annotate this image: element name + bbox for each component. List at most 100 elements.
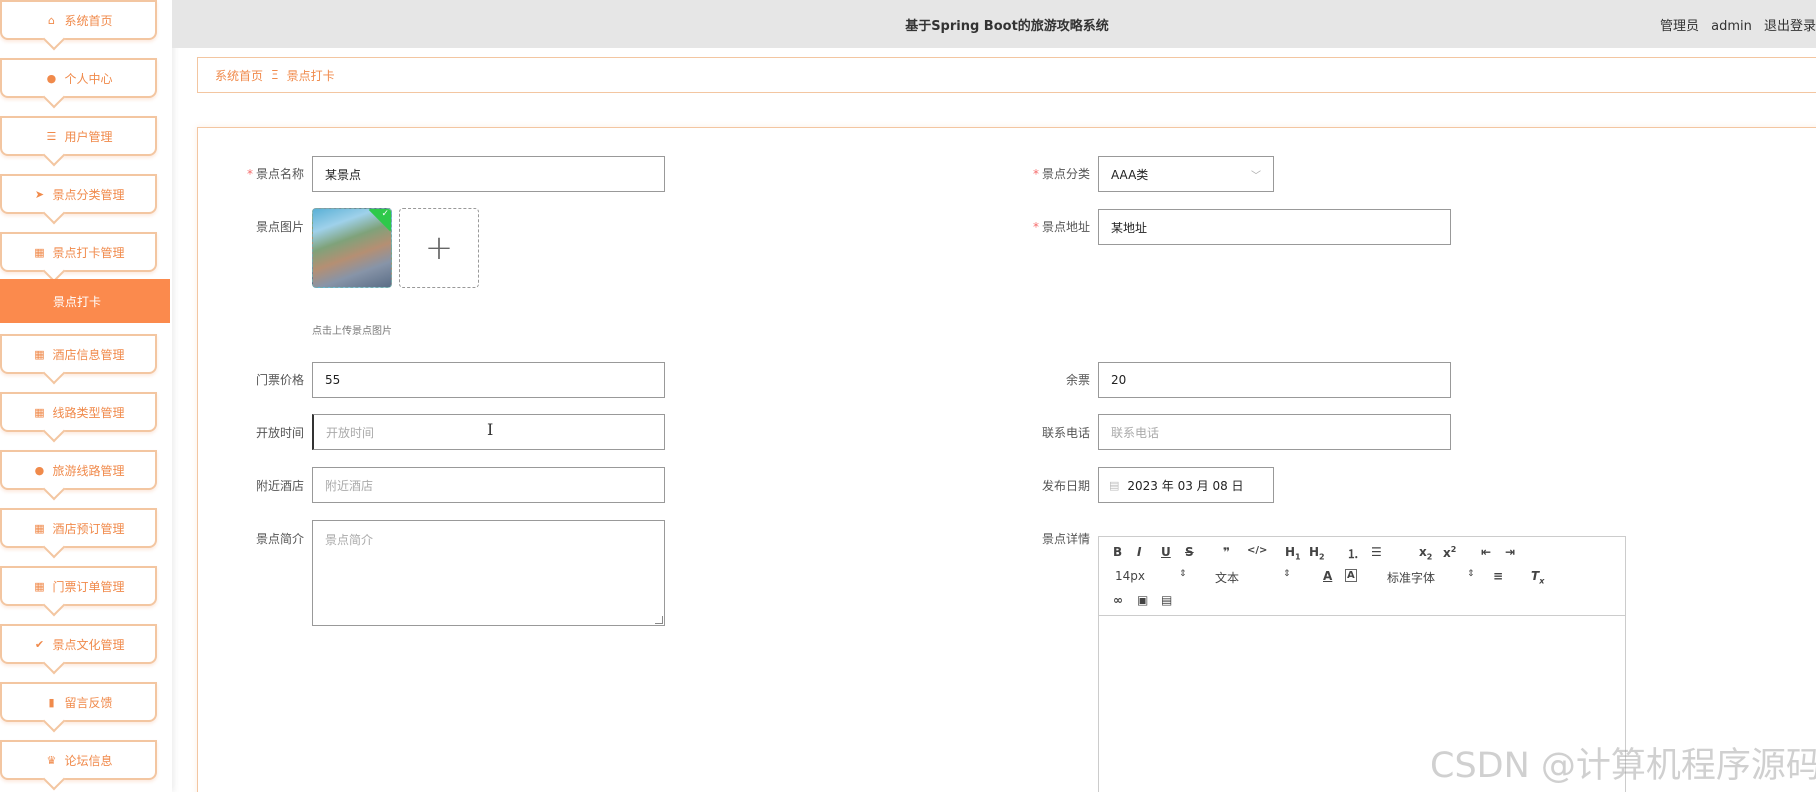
publish-date-input[interactable]: ▤ 2023 年 03 月 08 日 [1098, 467, 1274, 503]
sidebar-subitem-checkin[interactable]: 景点打卡 [0, 279, 170, 323]
select-arrows-icon: ⇕ [1283, 569, 1291, 579]
logout-link[interactable]: 退出登录 [1764, 19, 1816, 34]
format-select[interactable]: 文本 ⇕ [1215, 569, 1291, 586]
sidebar-item-profile[interactable]: ● 个人中心 [0, 58, 157, 98]
bullet-list-icon[interactable]: ☰ [1371, 545, 1382, 559]
sidebar-item-forum[interactable]: ♛ 论坛信息 [0, 740, 157, 780]
sidebar-item-home[interactable]: ⌂ 系统首页 [0, 0, 157, 40]
align-icon[interactable]: ≡ [1493, 569, 1503, 583]
sidebar-item-travel-route[interactable]: ● 旅游线路管理 [0, 450, 157, 490]
user-info: 管理员 admin 退出登录 [1652, 15, 1816, 34]
username: admin [1711, 19, 1752, 34]
code-block-icon[interactable]: </> [1247, 545, 1267, 556]
text-cursor-icon: I [487, 420, 494, 439]
plus-icon: + [424, 228, 454, 268]
link-icon[interactable]: ∞ [1113, 593, 1123, 607]
top-bar: 基于Spring Boot的旅游攻略系统 管理员 admin 退出登录 [172, 0, 1816, 48]
hotel-input[interactable]: 附近酒店 [312, 467, 665, 503]
category-label: * 景点分类 [1032, 167, 1090, 181]
grid-icon: ▦ [34, 245, 45, 259]
sidebar-item-label: 用户管理 [64, 129, 113, 144]
bar-chart-icon: ▮ [48, 695, 55, 709]
sidebar-subitem-label: 景点打卡 [53, 294, 102, 309]
price-input[interactable]: 55 [312, 362, 665, 398]
outdent-icon[interactable]: ⇤ [1481, 545, 1491, 559]
sidebar-item-label: 论坛信息 [64, 753, 113, 768]
superscript-icon[interactable]: x2 [1443, 545, 1456, 560]
sidebar-item-spot-culture[interactable]: ✔ 景点文化管理 [0, 624, 157, 664]
grid-icon: ▦ [34, 579, 45, 593]
remaining-label: 余票 [1065, 373, 1090, 387]
user-icon: ● [34, 463, 45, 477]
clear-format-icon[interactable]: Tx [1531, 569, 1544, 585]
trophy-icon: ♛ [46, 753, 57, 767]
grid-icon: ▦ [34, 405, 45, 419]
remaining-input[interactable]: 20 [1098, 362, 1451, 398]
font-color-icon[interactable]: A [1323, 569, 1332, 583]
upload-image-button[interactable]: + [399, 208, 479, 288]
sidebar-item-feedback[interactable]: ▮ 留言反馈 [0, 682, 157, 722]
phone-label: 联系电话 [1041, 426, 1090, 440]
font-family-select[interactable]: 标准字体 ⇕ [1387, 569, 1475, 586]
select-arrows-icon: ⇕ [1179, 569, 1187, 579]
resize-handle-icon[interactable] [655, 616, 663, 624]
calendar-icon: ▤ [1109, 478, 1120, 492]
category-value: AAA类 [1111, 167, 1149, 182]
breadcrumb-home[interactable]: 系统首页 [215, 67, 263, 84]
underline-icon[interactable]: U [1161, 545, 1171, 559]
user-icon: ● [46, 71, 57, 85]
sidebar-item-label: 系统首页 [64, 13, 113, 28]
sidebar-item-spot-category[interactable]: ➤ 景点分类管理 [0, 174, 157, 214]
name-input[interactable]: 某景点 [312, 156, 665, 192]
grid-icon: ▦ [34, 347, 45, 361]
italic-icon[interactable]: I [1137, 545, 1141, 559]
sidebar-item-hotel-info[interactable]: ▦ 酒店信息管理 [0, 334, 157, 374]
sidebar-item-ticket-order[interactable]: ▦ 门票订单管理 [0, 566, 157, 606]
ordered-list-icon[interactable]: ⒈ [1347, 545, 1359, 562]
upload-hint: 点击上传景点图片 [312, 326, 392, 337]
sidebar-item-spot-checkin[interactable]: ▦ 景点打卡管理 [0, 232, 157, 272]
blockquote-icon[interactable]: ❞ [1223, 545, 1230, 559]
price-label: 门票价格 [255, 373, 304, 387]
video-icon[interactable]: ▤ [1161, 593, 1172, 607]
editor-toolbar: B I U S ❞ </> H1 H2 ⒈ ☰ x2 x2 ⇤ ⇥ 14px⇕ [1099, 537, 1625, 616]
list-icon: ☰ [46, 129, 57, 143]
sidebar-item-label: 景点分类管理 [52, 187, 125, 202]
background-color-icon[interactable]: A [1345, 569, 1357, 582]
chevron-down-icon: ﹀ [1251, 171, 1261, 182]
grid-icon: ▦ [34, 521, 45, 535]
heading2-icon[interactable]: H2 [1309, 545, 1325, 561]
clipboard-icon: ✔ [34, 637, 45, 651]
sidebar-item-label: 酒店信息管理 [52, 347, 125, 362]
heading1-icon[interactable]: H1 [1285, 545, 1301, 561]
publish-date-label: 发布日期 [1041, 479, 1090, 493]
send-icon: ➤ [34, 187, 45, 201]
intro-label: 景点简介 [255, 532, 304, 546]
app-title: 基于Spring Boot的旅游攻略系统 [905, 19, 1109, 34]
sidebar-item-label: 景点打卡管理 [52, 245, 125, 260]
sidebar-item-users[interactable]: ☰ 用户管理 [0, 116, 157, 156]
sidebar-item-label: 门票订单管理 [52, 579, 125, 594]
breadcrumb-separator-icon: Ξ [271, 68, 279, 82]
indent-icon[interactable]: ⇥ [1505, 545, 1515, 559]
address-label: * 景点地址 [1032, 220, 1090, 234]
sidebar-item-route-type[interactable]: ▦ 线路类型管理 [0, 392, 157, 432]
sidebar-item-label: 旅游线路管理 [52, 463, 125, 478]
sidebar-item-label: 酒店预订管理 [52, 521, 125, 536]
home-icon: ⌂ [47, 13, 55, 27]
sidebar-item-label: 线路类型管理 [52, 405, 125, 420]
sidebar-item-hotel-booking[interactable]: ▦ 酒店预订管理 [0, 508, 157, 548]
category-select[interactable]: AAA类 ﹀ [1098, 156, 1274, 192]
uploaded-image-thumbnail[interactable]: ✓ [312, 208, 392, 288]
font-size-select[interactable]: 14px ⇕ [1115, 569, 1187, 583]
sidebar-item-label: 个人中心 [64, 71, 113, 86]
address-input[interactable]: 某地址 [1098, 209, 1451, 245]
intro-textarea[interactable]: 景点简介 [312, 520, 665, 626]
image-icon[interactable]: ▣ [1137, 593, 1148, 607]
bold-icon[interactable]: B [1113, 545, 1122, 559]
publish-date-value: 2023 年 03 月 08 日 [1127, 478, 1244, 493]
image-label: 景点图片 [255, 220, 304, 234]
subscript-icon[interactable]: x2 [1419, 545, 1432, 561]
strikethrough-icon[interactable]: S [1185, 545, 1194, 559]
phone-input[interactable]: 联系电话 [1098, 414, 1451, 450]
